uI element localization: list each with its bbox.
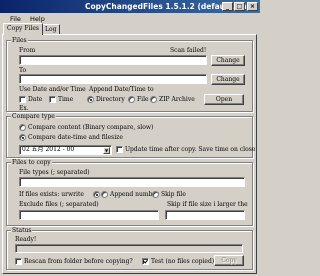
time-checkbox[interactable] [49, 96, 56, 103]
time-checkbox-label: Time [58, 96, 74, 103]
exclude-files-label: Exclude files (; separated) [19, 201, 99, 208]
status-group: Status Ready! Rescan from folder before … [6, 227, 253, 270]
close-button[interactable]: × [247, 2, 258, 11]
directory-radio[interactable] [87, 96, 94, 103]
files-group: Files From Scan failed! Change To Change… [6, 37, 253, 112]
to-input[interactable] [19, 74, 207, 84]
tab-copy-files[interactable]: Copy Files [3, 23, 43, 35]
compare-datetime-radio[interactable] [19, 134, 26, 141]
files-to-copy-group: Files to copy File types (; separated) I… [6, 159, 253, 226]
use-date-label: Use Date and/or Time [19, 86, 86, 93]
to-change-button[interactable]: Change [211, 74, 245, 85]
rescan-label: Rescan from folder before copying? [24, 258, 133, 265]
exclude-files-input[interactable] [19, 210, 159, 220]
status-text: Ready! [15, 236, 37, 243]
overwrite-radio[interactable] [93, 191, 100, 198]
append-label: Append Date/Time to [89, 86, 154, 93]
update-time-checkbox[interactable] [116, 146, 123, 153]
file-types-label: File types (; separated) [19, 169, 90, 176]
copy-files-panel: Files From Scan failed! Change To Change… [2, 34, 257, 274]
file-radio-label: File [137, 96, 149, 103]
files-group-title: Files [11, 37, 28, 44]
from-input[interactable] [19, 55, 207, 65]
skip-size-input[interactable] [165, 210, 245, 220]
file-types-input[interactable] [19, 177, 245, 187]
menu-help[interactable]: Help [30, 15, 45, 23]
directory-radio-label: Directory [96, 96, 125, 103]
tab-log[interactable]: Log [41, 24, 61, 34]
compare-content-radio[interactable] [19, 124, 26, 131]
zip-radio-label: ZIP Archive [159, 96, 195, 103]
close-icon: × [249, 3, 256, 10]
skip-size-label: Skip if file size i larger the [167, 201, 248, 208]
update-time-label: Update time after copy. Save time on clo… [125, 146, 256, 153]
open-button[interactable]: Open [204, 94, 244, 105]
compare-type-group: Compare type Compare content (Binary com… [6, 113, 256, 158]
from-label: From [19, 47, 36, 54]
compare-datetime-label: Compare date-time and filesize [28, 134, 123, 141]
title-bar: CopyChangedFiles 1.5.1.2 (default.xml) _… [0, 0, 260, 13]
append-number-radio[interactable] [101, 191, 108, 198]
menu-file[interactable]: File [10, 15, 21, 23]
compare-content-label: Compare content (Binary compare, slow) [28, 124, 154, 131]
chevron-down-icon[interactable]: ▼ [103, 147, 110, 154]
status-group-title: Status [11, 227, 33, 234]
test-label: Test (no files copied) [151, 258, 215, 265]
files-to-copy-title: Files to copy [11, 159, 52, 166]
compare-group-title: Compare type [11, 113, 56, 120]
rescan-checkbox[interactable] [15, 258, 22, 265]
maximize-icon: □ [236, 3, 243, 10]
date-checkbox[interactable] [19, 96, 26, 103]
skip-file-radio[interactable] [152, 191, 159, 198]
zip-radio[interactable] [150, 96, 157, 103]
date-time-value: 02 五月 2012 - 00 [22, 146, 75, 153]
skip-file-label: Skip file [161, 191, 186, 198]
if-exists-label: If files exists: urwrite [19, 191, 84, 198]
maximize-button[interactable]: □ [234, 2, 245, 11]
minimize-button[interactable]: _ [222, 2, 233, 11]
file-radio[interactable] [128, 96, 135, 103]
date-time-picker[interactable]: 02 五月 2012 - 00 ▼ [19, 145, 112, 155]
copy-button[interactable]: Copy [214, 255, 244, 266]
app-window: CopyChangedFiles 1.5.1.2 (default.xml) _… [0, 0, 260, 276]
test-checkbox[interactable] [142, 258, 149, 265]
to-label: To [19, 67, 27, 74]
date-checkbox-label: Date [28, 96, 43, 103]
minimize-icon: _ [226, 3, 229, 10]
progress-bar [15, 244, 243, 253]
example-label: Ex. [19, 105, 29, 112]
scan-status-text: Scan failed! [170, 47, 207, 54]
from-change-button[interactable]: Change [211, 55, 245, 66]
